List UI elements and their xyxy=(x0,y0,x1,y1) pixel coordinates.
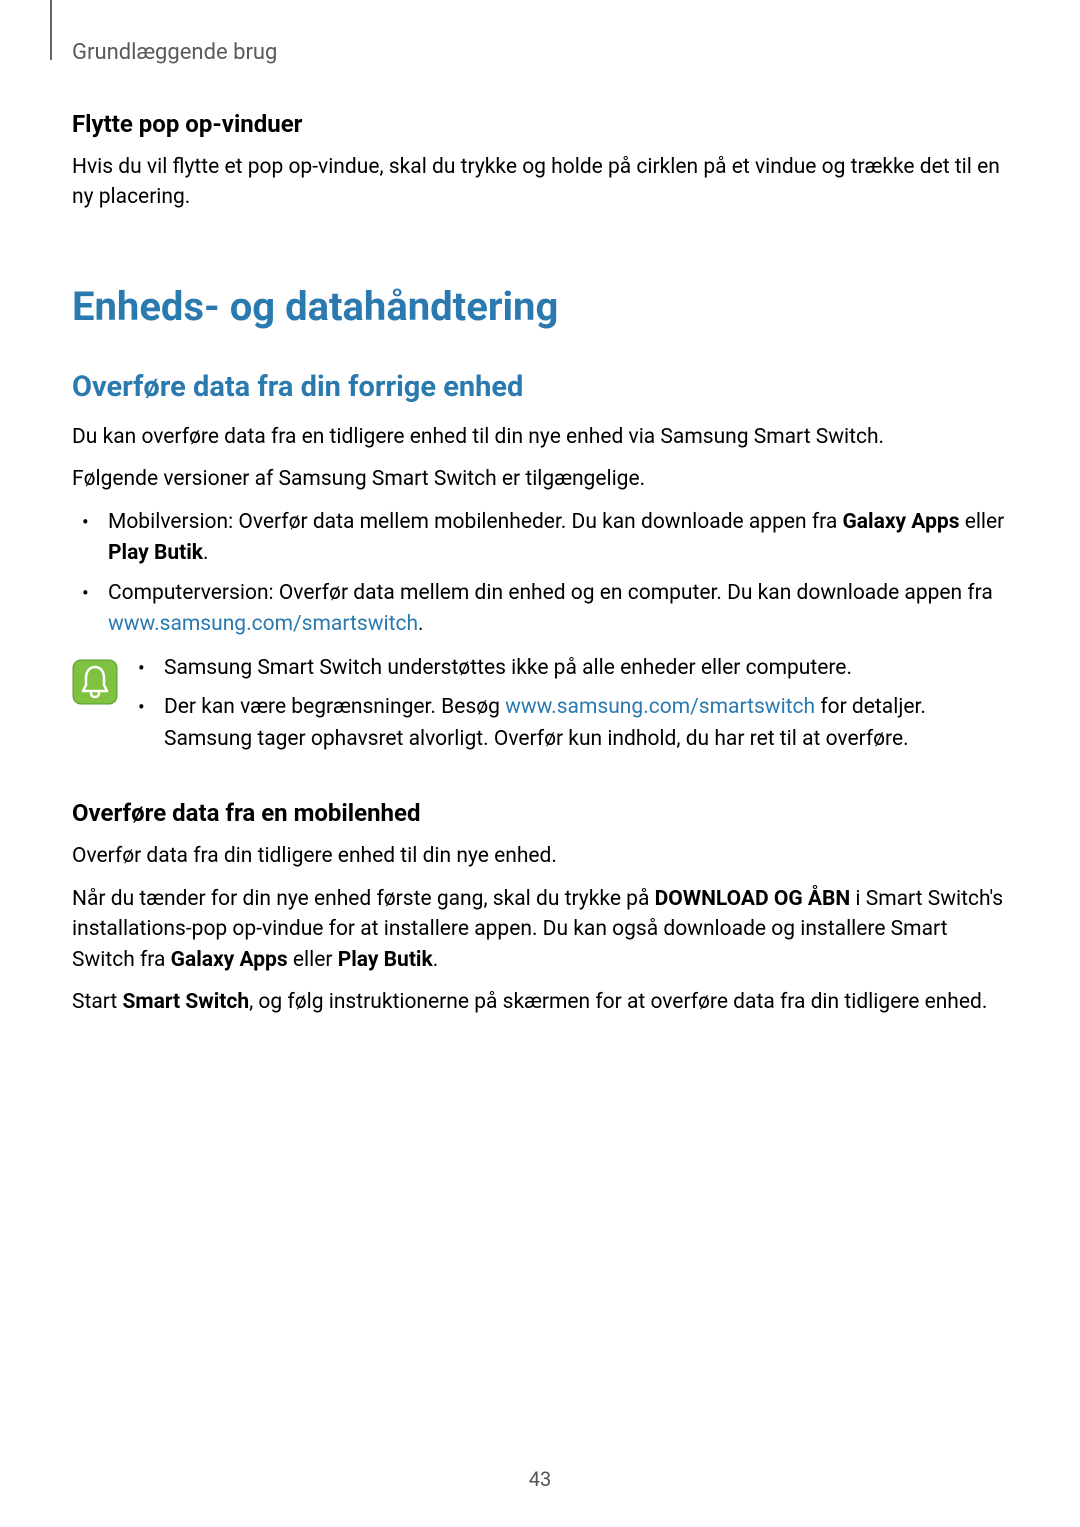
bullet-text: eller xyxy=(959,510,1004,534)
section2-title: Overføre data fra din forrige enhed xyxy=(72,370,1008,404)
bullet-text: . xyxy=(203,541,209,565)
page-content: Flytte pop op-vinduer Hvis du vil flytte… xyxy=(72,110,1008,1029)
section3-body2: Når du tænder for din nye enhed første g… xyxy=(72,884,1008,975)
body-text: . xyxy=(433,948,439,972)
section3-body1: Overfør data fra din tidligere enhed til… xyxy=(72,841,1008,871)
section3: Overføre data fra en mobilenhed Overfør … xyxy=(72,799,1008,1017)
note-text: Samsung Smart Switch understøttes ikke p… xyxy=(164,656,852,680)
bullet-text: Computerversion: Overfør data mellem din… xyxy=(108,581,993,605)
page-header-breadcrumb: Grundlæggende brug xyxy=(72,40,277,65)
link-text[interactable]: www.samsung.com/smartswitch xyxy=(108,612,418,636)
section3-body3: Start Smart Switch, og følg instruktione… xyxy=(72,987,1008,1017)
body-text: Start xyxy=(72,990,122,1014)
section1-body: Hvis du vil flytte et pop op-vindue, ska… xyxy=(72,152,1008,213)
section1-title: Flytte pop op-vinduer xyxy=(72,110,1008,138)
section2-body1: Du kan overføre data fra en tidligere en… xyxy=(72,422,1008,452)
bell-icon xyxy=(72,659,118,705)
section2-bullet-list: Mobilversion: Overfør data mellem mobile… xyxy=(72,507,1008,641)
header-tab-marker xyxy=(50,0,52,60)
bullet-text: . xyxy=(418,612,424,636)
bold-text: Play Butik xyxy=(108,541,203,565)
list-item: Samsung Smart Switch understøttes ikke p… xyxy=(134,653,1008,685)
note-block: Samsung Smart Switch understøttes ikke p… xyxy=(72,653,1008,764)
main-heading: Enheds- og datahåndtering xyxy=(72,283,1008,330)
bold-text: DOWNLOAD OG ÅBN xyxy=(655,887,851,911)
body-text: , og følg instruktionerne på skærmen for… xyxy=(249,990,987,1014)
note-list: Samsung Smart Switch understøttes ikke p… xyxy=(134,653,1008,764)
page-number: 43 xyxy=(0,1467,1080,1491)
link-text[interactable]: www.samsung.com/smartswitch xyxy=(505,695,815,719)
section2-body2: Følgende versioner af Samsung Smart Swit… xyxy=(72,464,1008,494)
body-text: Når du tænder for din nye enhed første g… xyxy=(72,887,655,911)
bold-text: Galaxy Apps xyxy=(842,510,959,534)
bold-text: Play Butik xyxy=(338,948,433,972)
section3-title: Overføre data fra en mobilenhed xyxy=(72,799,1008,827)
note-text: Der kan være begrænsninger. Besøg xyxy=(164,695,505,719)
list-item: Der kan være begrænsninger. Besøg www.sa… xyxy=(134,692,1008,755)
bold-text: Smart Switch xyxy=(122,990,249,1014)
bullet-text: Mobilversion: Overfør data mellem mobile… xyxy=(108,510,842,534)
bold-text: Galaxy Apps xyxy=(171,948,288,972)
list-item: Computerversion: Overfør data mellem din… xyxy=(108,578,1008,641)
list-item: Mobilversion: Overfør data mellem mobile… xyxy=(108,507,1008,570)
body-text: eller xyxy=(288,948,338,972)
